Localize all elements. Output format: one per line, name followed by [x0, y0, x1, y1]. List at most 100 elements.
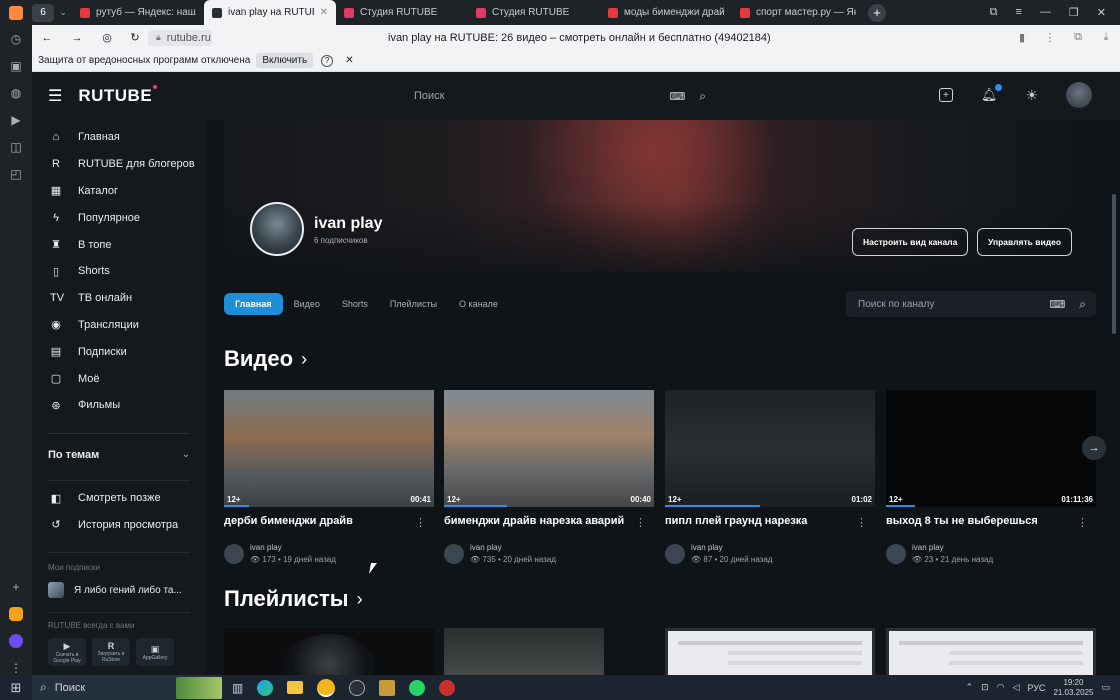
channel-search-icon[interactable]: ⌕: [1079, 297, 1086, 312]
browser-tab[interactable]: Студия RUTUBE: [336, 0, 468, 25]
sidebar-item[interactable]: ◧ Смотреть позже: [32, 485, 206, 512]
channel-tab[interactable]: Главная: [224, 293, 283, 315]
browser-menu-icon[interactable]: ≡: [1015, 6, 1021, 19]
sidebar-item[interactable]: ⊛ Фильмы: [32, 392, 206, 419]
channel-avatar-small[interactable]: [665, 543, 685, 564]
keyboard-icon[interactable]: ⌨: [669, 90, 685, 103]
more-icon[interactable]: ⋮: [1036, 31, 1064, 44]
channel-avatar-small[interactable]: [444, 543, 464, 564]
carousel-next-button[interactable]: →: [1082, 436, 1106, 460]
extensions-icon[interactable]: ⧉: [1064, 31, 1092, 44]
upload-video-icon[interactable]: +: [938, 88, 953, 102]
subscription-item[interactable]: Я либо гений либо та...: [32, 582, 206, 599]
video-title[interactable]: бименджи драйв нарезка аварий: [444, 515, 654, 527]
channel-avatar[interactable]: [250, 202, 304, 256]
more-options-icon[interactable]: ⋮: [856, 516, 867, 529]
browser-tab[interactable]: ivan play на RUTUBE: 2 ✕: [204, 0, 336, 25]
close-tab-icon[interactable]: ✕: [320, 7, 328, 18]
notifications-icon[interactable]: 🔔︎: [981, 84, 1003, 103]
user-avatar[interactable]: [1066, 82, 1092, 108]
sidebar-item[interactable]: ▤ Подписки: [32, 338, 206, 365]
channel-avatar-small[interactable]: [886, 543, 906, 564]
yandex-browser-icon[interactable]: [317, 678, 336, 697]
playlist-thumb[interactable]: [224, 628, 434, 675]
start-icon[interactable]: ⊞: [0, 680, 32, 696]
bookmark-icon[interactable]: ▮: [1008, 31, 1036, 44]
sidebar-item[interactable]: ▯ Shorts: [32, 258, 206, 285]
video-thumbnail[interactable]: 12+ 00:41: [224, 390, 434, 507]
sidebar-item[interactable]: ϟ Популярное: [32, 204, 206, 231]
video-channel-name[interactable]: ivan play: [470, 543, 556, 552]
forward-icon[interactable]: →: [62, 32, 92, 44]
more-options-icon[interactable]: ⋮: [415, 516, 426, 529]
add-panel-icon[interactable]: +: [0, 573, 32, 600]
protect-icon[interactable]: ◎: [92, 31, 122, 44]
customize-channel-button[interactable]: Настроить вид канала: [852, 228, 969, 256]
alice-icon[interactable]: [0, 627, 32, 654]
channel-tab[interactable]: О канале: [448, 293, 509, 315]
tray-chevron-icon[interactable]: ⌃: [966, 682, 974, 693]
channel-search-box[interactable]: Поиск по каналу ⌨ ⌕: [846, 291, 1096, 317]
history-icon[interactable]: ◷: [0, 25, 32, 52]
help-icon[interactable]: ?: [321, 54, 334, 67]
notification-center-icon[interactable]: ▭: [1101, 682, 1110, 693]
obs-icon[interactable]: [439, 679, 456, 696]
video-card[interactable]: 12+ 00:41 дерби бименджи драйв ⋮ ivan play 👁︎…: [224, 390, 434, 564]
browser-tab[interactable]: рутуб — Яндекс: нашлось: [72, 0, 204, 25]
screenshot-icon[interactable]: ◰: [0, 160, 32, 187]
sidebar-item[interactable]: ▦ Каталог: [32, 178, 206, 205]
search-input[interactable]: Поиск: [414, 90, 444, 102]
winrar-icon[interactable]: [379, 679, 396, 696]
hamburger-menu-icon[interactable]: ☰: [48, 86, 62, 106]
sidebar-item[interactable]: ◉ Трансляции: [32, 312, 206, 339]
video-card[interactable]: 12+ 01:02 пипл плей граунд нарезка ⋮ ivan pl…: [665, 390, 875, 564]
volume-icon[interactable]: ◁: [1012, 682, 1019, 693]
video-channel-name[interactable]: ivan play: [691, 543, 772, 552]
maximize-icon[interactable]: ❐: [1069, 6, 1079, 19]
more-options-icon[interactable]: ⋮: [1077, 516, 1088, 529]
topics-toggle[interactable]: По темам ⌄: [32, 442, 206, 468]
videos-section-header[interactable]: Видео ›: [224, 346, 307, 372]
back-icon[interactable]: ←: [32, 32, 62, 44]
browser-tab[interactable]: спорт мастер.ру — Яндекс: [732, 0, 864, 25]
video-title[interactable]: выход 8 ты не выберешься: [886, 515, 1096, 527]
playlist-thumb[interactable]: [444, 628, 654, 675]
media-icon[interactable]: ▶: [0, 106, 32, 133]
close-window-icon[interactable]: ✕: [1097, 6, 1106, 19]
tabs-dropdown-icon[interactable]: ⌄: [54, 7, 72, 18]
clock[interactable]: 19:20 21.03.2025: [1053, 678, 1093, 698]
market-icon[interactable]: [0, 600, 32, 627]
sidebar-item[interactable]: R RUTUBE для блогеров: [32, 151, 206, 178]
browser-tab[interactable]: Студия RUTUBE: [468, 0, 600, 25]
media-player-icon[interactable]: [349, 679, 366, 696]
browser-tab[interactable]: моды бименджи драйв: [600, 0, 732, 25]
taskbar-search[interactable]: ⌕ Поиск: [32, 675, 222, 700]
playlists-section-header[interactable]: Плейлисты ›: [224, 586, 363, 612]
page-scrollbar[interactable]: [1112, 194, 1116, 334]
channel-search-input[interactable]: Поиск по каналу: [858, 299, 934, 310]
explorer-icon[interactable]: [287, 681, 304, 694]
video-card[interactable]: 12+ 00:40 бименджи драйв нарезка аварий ⋮ iv…: [444, 390, 654, 564]
downloads-icon[interactable]: ◍: [0, 79, 32, 106]
close-infobar-icon[interactable]: ✕: [345, 55, 353, 66]
enable-protection-button[interactable]: Включить: [256, 53, 314, 68]
video-thumbnail[interactable]: 12+ 00:40: [444, 390, 654, 507]
new-tab-button[interactable]: +: [868, 3, 886, 22]
video-channel-name[interactable]: ivan play: [912, 543, 993, 552]
playlist-thumb[interactable]: [665, 628, 875, 675]
channel-avatar-small[interactable]: [224, 543, 244, 564]
search-box[interactable]: Поиск ⌨ ⌕: [404, 84, 714, 108]
browser-menu-button[interactable]: [0, 5, 32, 20]
more-options-icon[interactable]: ⋮: [635, 516, 646, 529]
appgallery-button[interactable]: ▣ AppGallery: [136, 638, 174, 667]
video-card[interactable]: 12+ 01:11:36 выход 8 ты не выберешься ⋮ ivan…: [886, 390, 1096, 564]
sidebar-item[interactable]: ⌂ Главная: [32, 124, 206, 151]
video-thumbnail[interactable]: 12+ 01:02: [665, 390, 875, 507]
search-icon[interactable]: ⌕: [699, 89, 706, 104]
manage-videos-button[interactable]: Управлять видео: [977, 228, 1073, 256]
sidebar-item[interactable]: ↺ История просмотра: [32, 512, 206, 539]
network-icon[interactable]: ⊡: [981, 682, 989, 693]
collections-icon[interactable]: ⧉: [990, 6, 998, 19]
downloads-bar-icon[interactable]: ⤓: [1092, 31, 1120, 44]
google-play-button[interactable]: ▶ Скачать в Google Play: [48, 638, 86, 667]
